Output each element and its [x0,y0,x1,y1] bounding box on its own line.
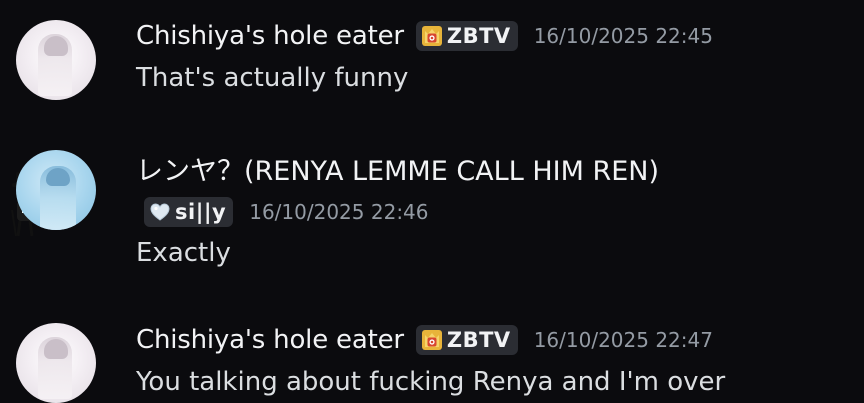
message-content: That's actually funny [136,63,409,93]
avatar-hair [44,36,68,56]
user-avatar[interactable] [16,20,96,100]
heart-icon [150,203,170,221]
guild-tag-label: ZBTV [446,328,511,352]
guild-tag-label: si||y [175,200,227,224]
guild-tag[interactable]: si||y [144,197,234,227]
username[interactable]: Chishiya's hole eater [136,21,404,51]
user-avatar[interactable] [16,150,96,230]
username[interactable]: Chishiya's hole eater [136,325,404,355]
guild-tag-label: ZBTV [446,24,511,48]
timestamp[interactable]: 16/10/2025 22:45 [534,24,713,48]
avatar-hair [46,168,70,186]
crown-shield-icon [421,26,442,46]
message-content: You talking about fucking Renya and I'm … [136,367,726,397]
user-avatar[interactable] [16,323,96,403]
message-content: Exactly [136,238,231,268]
timestamp[interactable]: 16/10/2025 22:46 [249,200,428,224]
avatar-hair [44,339,68,359]
crown-shield-icon [421,330,442,350]
username[interactable]: レンヤ？(RENYA LEMME CALL HIM REN) [136,149,659,188]
message-header: Chishiya's hole eater ZBTV 16/10/2025 22… [136,325,713,355]
guild-tag[interactable]: ZBTV [415,325,518,355]
guild-tag[interactable]: ZBTV [415,21,518,51]
message-header: Chishiya's hole eater ZBTV 16/10/2025 22… [136,21,713,51]
chat-messages: Chishiya's hole eater ZBTV 16/10/2025 22… [0,0,864,403]
message-header-meta: si||y 16/10/2025 22:46 [144,197,429,227]
timestamp[interactable]: 16/10/2025 22:47 [534,328,713,352]
